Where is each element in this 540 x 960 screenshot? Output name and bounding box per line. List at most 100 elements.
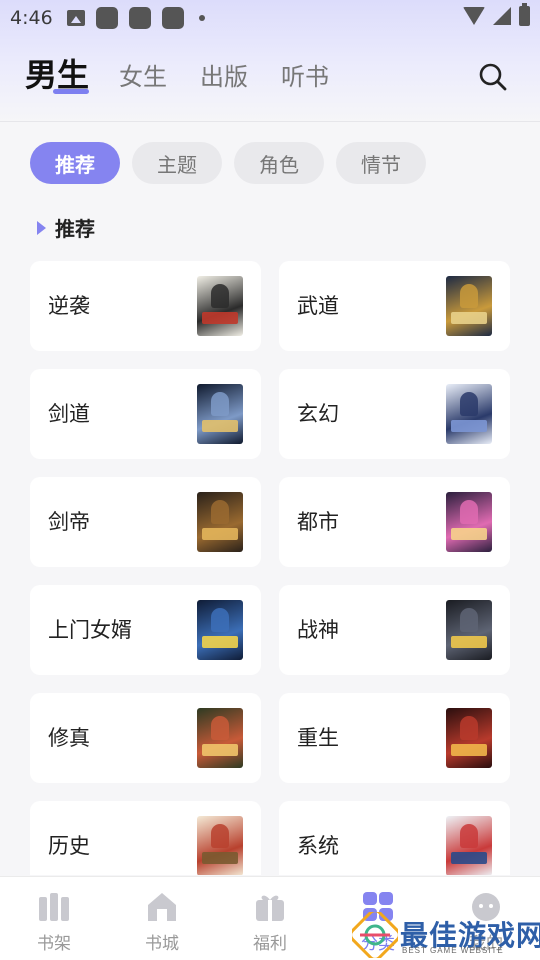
- category-card[interactable]: 武道: [279, 261, 510, 351]
- category-card[interactable]: 上门女婿: [30, 585, 261, 675]
- more-notifications-icon: [198, 15, 205, 21]
- gender-tabs: 男生 女生 出版 听书: [25, 52, 362, 100]
- category-label: 武道: [297, 294, 339, 318]
- category-label: 重生: [297, 726, 339, 750]
- tab-label: 听书: [281, 63, 330, 91]
- category-label: 都市: [297, 510, 339, 534]
- status-bar: 4:46: [0, 0, 540, 36]
- cover-title-mark: [451, 420, 487, 432]
- category-label: 系统: [297, 834, 339, 858]
- cover-title-mark: [451, 528, 487, 540]
- cover-figure-mark: [460, 392, 478, 416]
- cover-title-mark: [451, 312, 487, 324]
- cover-title-mark: [202, 744, 238, 756]
- cover-title-mark: [451, 744, 487, 756]
- cover-figure-mark: [460, 500, 478, 524]
- category-label: 历史: [48, 834, 90, 858]
- category-card[interactable]: 逆袭: [30, 261, 261, 351]
- book-cover-image: [197, 384, 243, 444]
- app-notification-icon: [161, 7, 184, 29]
- nav-label: 福利: [253, 934, 287, 954]
- category-grid: 逆袭 武道 剑道 玄幻 剑帝 都市 上门女婿 战神 修真 重生 历史 系统: [30, 261, 510, 875]
- category-card[interactable]: 系统: [279, 801, 510, 875]
- book-cover-image: [197, 492, 243, 552]
- tab-male[interactable]: 男生: [25, 50, 89, 100]
- wifi-icon: [463, 7, 485, 25]
- section-title: 推荐: [55, 217, 95, 241]
- app-notification-icon: [128, 7, 151, 29]
- cover-title-mark: [451, 636, 487, 648]
- category-label: 逆袭: [48, 294, 90, 318]
- category-label: 剑帝: [48, 510, 90, 534]
- cover-figure-mark: [211, 392, 229, 416]
- cover-figure-mark: [211, 716, 229, 740]
- cover-title-mark: [202, 852, 238, 864]
- section-heading: 推荐: [37, 213, 95, 242]
- tab-label: 女生: [119, 63, 168, 91]
- watermark-subtitle: BEST GAME WEBSITE: [402, 946, 504, 955]
- watermark: 最佳游戏网 BEST GAME WEBSITE: [350, 910, 540, 960]
- book-cover-image: [446, 384, 492, 444]
- category-card[interactable]: 战神: [279, 585, 510, 675]
- cover-figure-mark: [460, 716, 478, 740]
- category-label: 战神: [297, 618, 339, 642]
- cover-figure-mark: [211, 284, 229, 308]
- gallery-notification-icon: [66, 10, 85, 26]
- book-cover-image: [197, 816, 243, 875]
- bookshelf-icon: [39, 893, 69, 921]
- gift-icon: [256, 895, 284, 921]
- battery-icon: [519, 3, 530, 26]
- category-label: 修真: [48, 726, 90, 750]
- tab-audiobook[interactable]: 听书: [281, 57, 329, 100]
- app-notification-icon: [95, 7, 118, 29]
- tab-label: 出版: [200, 63, 249, 91]
- book-cover-image: [197, 708, 243, 768]
- book-cover-image: [446, 600, 492, 660]
- book-cover-image: [446, 816, 492, 875]
- signal-icon: [493, 7, 511, 25]
- cover-title-mark: [202, 528, 238, 540]
- book-cover-image: [446, 708, 492, 768]
- book-cover-image: [197, 600, 243, 660]
- watermark-logo-icon: [352, 912, 398, 958]
- nav-bookstore[interactable]: 书城: [108, 877, 216, 960]
- nav-label: 书架: [37, 934, 71, 954]
- status-time: 4:46: [10, 7, 53, 29]
- cover-figure-mark: [460, 284, 478, 308]
- book-cover-image: [446, 276, 492, 336]
- category-label: 玄幻: [297, 402, 339, 426]
- category-card[interactable]: 剑道: [30, 369, 261, 459]
- category-card[interactable]: 剑帝: [30, 477, 261, 567]
- cover-title-mark: [451, 852, 487, 864]
- category-card[interactable]: 修真: [30, 693, 261, 783]
- category-card[interactable]: 重生: [279, 693, 510, 783]
- cover-figure-mark: [211, 608, 229, 632]
- category-card[interactable]: 历史: [30, 801, 261, 875]
- category-card[interactable]: 都市: [279, 477, 510, 567]
- tab-publish[interactable]: 出版: [200, 57, 248, 100]
- chip-role[interactable]: 角色: [234, 142, 324, 184]
- filter-chips: 推荐 主题 角色 情节: [30, 142, 426, 184]
- chip-theme[interactable]: 主题: [132, 142, 222, 184]
- category-card[interactable]: 玄幻: [279, 369, 510, 459]
- cover-figure-mark: [460, 608, 478, 632]
- nav-bookshelf[interactable]: 书架: [0, 877, 108, 960]
- book-cover-image: [446, 492, 492, 552]
- active-tab-indicator: [53, 89, 89, 94]
- bookstore-icon: [148, 893, 176, 921]
- cover-title-mark: [202, 312, 238, 324]
- section-marker-icon: [37, 220, 46, 235]
- header-divider: [0, 121, 540, 122]
- book-cover-image: [197, 276, 243, 336]
- cover-title-mark: [202, 636, 238, 648]
- chip-plot[interactable]: 情节: [336, 142, 426, 184]
- category-label: 剑道: [48, 402, 90, 426]
- tab-female[interactable]: 女生: [119, 57, 167, 100]
- category-label: 上门女婿: [48, 618, 132, 642]
- chip-recommend[interactable]: 推荐: [30, 142, 120, 184]
- search-icon[interactable]: [478, 62, 508, 92]
- nav-label: 书城: [145, 934, 179, 954]
- cover-figure-mark: [211, 824, 229, 848]
- nav-welfare[interactable]: 福利: [216, 877, 324, 960]
- cover-figure-mark: [211, 500, 229, 524]
